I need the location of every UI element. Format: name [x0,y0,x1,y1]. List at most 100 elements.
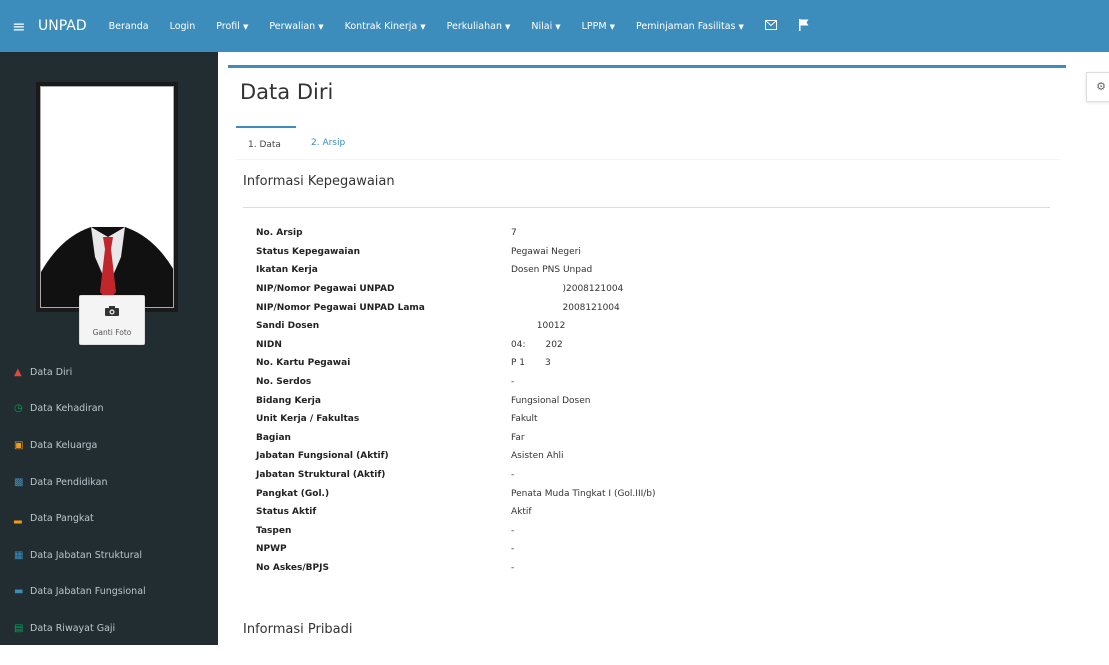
detail-row: NPWP - [256,540,1036,559]
sidebar-menu: ▲ Data Diri ◷ Data Kehadiran ▣ Data Kelu… [0,354,218,647]
field-label: Ikatan Kerja [256,265,318,276]
money-icon: ▤ [14,622,24,634]
detail-row: NIP/Nomor Pegawai UNPAD Lama 2008121004 [256,298,1036,317]
field-value: 2008121004 [511,302,620,313]
section-title-personal: Informasi Pribadi [243,622,353,637]
sitemap-icon: ▣ [14,439,24,451]
employment-details: No. Arsip 7 Status Kepegawaian Pegawai Neg… [256,224,1036,577]
nav-perwalian[interactable]: Perwalian ▼ [269,21,323,32]
field-label: NIDN [256,339,282,350]
section-title-employment: Informasi Kepegawaian [243,174,395,189]
detail-row: Jabatan Struktural (Aktif) - [256,466,1036,485]
envelope-icon[interactable] [764,19,777,33]
sidebar-item-data-jabatan-struktural[interactable]: ▦ Data Jabatan Struktural [0,537,218,574]
clock-icon: ◷ [14,403,23,415]
nav-perkuliahan[interactable]: Perkuliahan ▼ [447,21,511,32]
change-photo-button[interactable]: Ganti Foto [79,295,145,345]
detail-row: Ikatan Kerja Dosen PNS Unpad [256,261,1036,280]
page-title: Data Diri [240,80,334,104]
profile-photo [40,86,174,308]
caret-down-icon: ▼ [420,22,426,31]
field-value: Pegawai Negeri [511,246,581,257]
field-label: No. Kartu Pegawai [256,358,351,369]
hamburger-icon[interactable]: ≡ [0,17,38,36]
tab-data[interactable]: 1. Data [236,126,296,160]
field-value: Far [511,432,525,443]
sidebar-item-label: Data Jabatan Struktural [30,549,143,561]
field-label: Jabatan Struktural (Aktif) [256,470,386,481]
sidebar-item-label: Data Jabatan Fungsional [30,586,146,598]
caret-down-icon: ▼ [318,22,324,31]
user-icon: ▲ [14,366,22,378]
sidebar-item-data-pendidikan[interactable]: ▩ Data Pendidikan [0,464,218,501]
briefcase-icon: ▬ [14,586,24,598]
sidebar-item-data-kehadiran[interactable]: ◷ Data Kehadiran [0,391,218,428]
field-value: Fakult [511,414,538,425]
detail-row: Unit Kerja / Fakultas Fakult [256,410,1036,429]
camera-icon [105,306,119,316]
detail-row: No. Kartu Pegawai P 1 3 [256,354,1036,373]
nav-profil[interactable]: Profil ▼ [216,21,248,32]
caret-down-icon: ▼ [504,22,511,31]
field-label: Unit Kerja / Fakultas [256,414,360,425]
caret-down-icon: ▼ [609,22,615,31]
tab-arsip[interactable]: 2. Arsip [298,126,358,160]
field-label: Sandi Dosen [256,321,320,332]
field-value: P 1 3 [511,358,551,369]
field-value: - [511,525,515,536]
top-navbar: ≡ UNPAD Beranda Login Profil ▼ Perwalian ▼… [0,0,1109,52]
field-label: NIP/Nomor Pegawai UNPAD [256,284,395,295]
field-label: No Askes/BPJS [256,562,329,573]
field-label: Bidang Kerja [256,395,321,406]
detail-row: Jabatan Fungsional (Aktif) Asisten Ahli [256,447,1036,466]
main-content: Data Diri 1. Data 2. Arsip Informasi Kep… [218,52,1109,665]
field-value: Fungsional Dosen [511,395,591,406]
field-label: Status Aktif [256,507,317,518]
sidebar-item-label: Data Riwayat Gaji [30,622,116,634]
field-value: Aktif [511,507,532,518]
field-value: - [511,377,515,388]
detail-row: No. Arsip 7 [256,224,1036,243]
change-photo-label: Ganti Foto [92,328,132,337]
field-label: NPWP [256,544,287,555]
nav-nilai[interactable]: Nilai ▼ [531,21,560,32]
nav-kontrak-kinerja[interactable]: Kontrak Kinerja ▼ [345,21,426,32]
detail-row: Sandi Dosen 10012 [256,317,1036,336]
field-value: 10012 [511,321,566,332]
detail-row: Status Kepegawaian Pegawai Negeri [256,243,1036,262]
caret-down-icon: ▼ [555,22,561,31]
divider [243,207,1050,208]
field-value: )2008121004 [511,284,624,295]
field-value: Penata Muda Tingkat I (Gol.III/b) [511,488,656,499]
sidebar-item-data-diri[interactable]: ▲ Data Diri [0,354,218,391]
detail-row: Status Aktif Aktif [256,503,1036,522]
tab-bar: 1. Data 2. Arsip [236,126,1061,160]
nav-lppm[interactable]: LPPM ▼ [582,21,615,32]
detail-row: Bidang Kerja Fungsional Dosen [256,391,1036,410]
detail-row: Pangkat (Gol.) Penata Muda Tingkat I (Gol… [256,484,1036,503]
field-label: No. Arsip [256,228,303,239]
nav-peminjaman-fasilitas[interactable]: Peminjaman Fasilitas ▼ [636,21,744,32]
caret-down-icon: ▼ [738,22,744,31]
sidebar-item-data-riwayat-gaji[interactable]: ▤ Data Riwayat Gaji [0,610,218,647]
flag-icon[interactable] [798,18,809,34]
field-value: - [511,544,515,555]
field-value: - [511,562,515,573]
building-icon: ▦ [14,549,24,561]
field-value: - [511,470,515,481]
field-value: Asisten Ahli [511,451,564,462]
sidebar-item-data-jabatan-fungsional[interactable]: ▬ Data Jabatan Fungsional [0,574,218,611]
field-label: No. Serdos [256,377,312,388]
sidebar-item-data-pangkat[interactable]: ▂ Data Pangkat [0,500,218,537]
book-icon: ▩ [14,476,24,488]
field-value: 7 [511,228,517,239]
detail-row: NIP/Nomor Pegawai UNPAD )2008121004 [256,280,1036,299]
settings-button[interactable]: ⚙ [1086,72,1109,102]
nav-login[interactable]: Login [170,21,196,32]
nav-beranda[interactable]: Beranda [109,21,149,32]
sidebar-item-data-keluarga[interactable]: ▣ Data Keluarga [0,427,218,464]
sidebar-item-label: Data Pangkat [30,513,94,525]
brand-logo[interactable]: UNPAD [38,18,87,34]
sidebar-item-label: Data Diri [30,366,73,378]
caret-down-icon: ▼ [242,22,249,31]
